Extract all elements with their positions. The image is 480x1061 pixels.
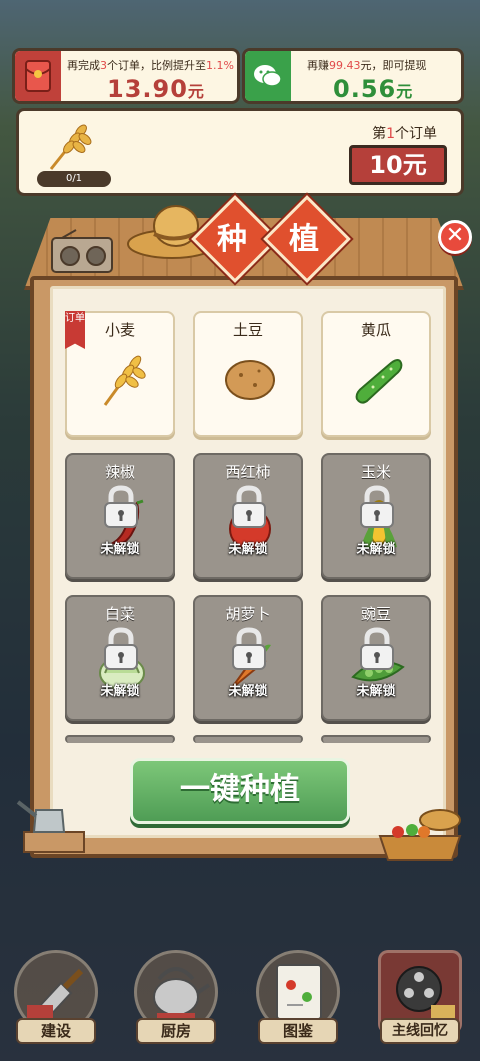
locked-label: 未解锁 — [356, 684, 396, 699]
crop-panel: 订单 小麦 土豆 黄瓜 辣椒 未解锁 西红柿 未解锁 玉米 未解锁 白菜 未解锁… — [50, 286, 446, 838]
locked-label: 未解锁 — [228, 684, 268, 699]
crop-name: 小麦 — [104, 321, 135, 339]
title-char-2: 植 — [289, 222, 319, 257]
nav-label: 建设 — [16, 1018, 96, 1044]
withdraw-amount: 0.56元 — [333, 75, 414, 103]
nav-build[interactable]: 建设 — [8, 944, 104, 1054]
cash-caption: 再完成3个订单，比例提升至1.1% — [67, 59, 234, 72]
radio-icon — [51, 229, 113, 273]
crop-card-partial — [193, 735, 303, 743]
crop-name: 玉米 — [360, 463, 391, 481]
potato-icon — [225, 360, 275, 400]
order-panel[interactable]: 0/1 第1个订单 10元 — [16, 108, 464, 196]
locked-label: 未解锁 — [356, 542, 396, 557]
lock-icon — [360, 485, 394, 528]
cash-amount: 13.90元 — [107, 75, 205, 103]
lock-icon — [104, 627, 138, 670]
cucumber-icon — [355, 359, 403, 404]
order-reward-button[interactable]: 10元 — [349, 145, 447, 185]
crop-name: 白菜 — [104, 605, 135, 623]
crop-card-cucumber[interactable]: 黄瓜 — [321, 311, 431, 437]
locked-label: 未解锁 — [228, 542, 268, 557]
crop-card-wheat[interactable]: 订单 小麦 — [65, 311, 175, 437]
crop-name: 黄瓜 — [360, 321, 391, 339]
nav-kitchen[interactable]: 厨房 — [128, 944, 224, 1054]
wheat-icon — [103, 355, 146, 406]
red-envelope-icon — [15, 51, 61, 101]
planting-modal: 种 植 ✕ 订单 小麦 土豆 黄瓜 辣椒 未解锁 西红柿 未解锁 玉米 未解锁 … — [16, 195, 472, 862]
crop-name: 土豆 — [232, 321, 263, 339]
wheat-icon — [49, 124, 92, 170]
crop-name: 豌豆 — [360, 605, 391, 623]
order-title: 第1个订单 — [372, 126, 437, 142]
title-char-1: 种 — [217, 222, 247, 257]
nav-main-memory[interactable]: 主线回忆 — [372, 944, 468, 1054]
withdraw-card[interactable]: 再赚99.43元，即可提现 0.56元 — [242, 48, 464, 104]
lock-icon — [232, 627, 266, 670]
cash-card[interactable]: 再完成3个订单，比例提升至1.1% 13.90元 — [12, 48, 240, 104]
nav-label: 主线回忆 — [380, 1018, 460, 1044]
nav-label: 厨房 — [136, 1018, 216, 1044]
nav-label: 图鉴 — [258, 1018, 338, 1044]
wechat-icon — [245, 51, 291, 101]
crop-name: 胡萝卜 — [225, 605, 271, 623]
lock-icon — [360, 627, 394, 670]
crop-card-potato[interactable]: 土豆 — [193, 311, 303, 437]
locked-label: 未解锁 — [100, 684, 140, 699]
crop-card-corn[interactable]: 玉米 未解锁 — [321, 453, 431, 579]
crop-card-partial — [321, 735, 431, 743]
crop-name: 西红柿 — [225, 463, 271, 481]
lock-icon — [104, 485, 138, 528]
crop-name: 辣椒 — [104, 463, 135, 481]
order-progress: 0/1 — [37, 171, 111, 187]
crop-card-partial — [65, 735, 175, 743]
lock-icon — [232, 485, 266, 528]
crop-card-chili[interactable]: 辣椒 未解锁 — [65, 453, 175, 579]
crop-card-pea[interactable]: 豌豆 未解锁 — [321, 595, 431, 721]
vegetable-basket-icon — [378, 809, 462, 861]
crop-card-carrot[interactable]: 胡萝卜 未解锁 — [193, 595, 303, 721]
one-click-plant-button[interactable]: 一键种植 — [130, 758, 350, 824]
close-button[interactable]: ✕ — [438, 220, 472, 254]
withdraw-caption: 再赚99.43元，即可提现 — [307, 59, 427, 72]
crop-card-tomato[interactable]: 西红柿 未解锁 — [193, 453, 303, 579]
crop-card-cabbage[interactable]: 白菜 未解锁 — [65, 595, 175, 721]
watering-can-icon — [16, 800, 85, 853]
locked-label: 未解锁 — [100, 542, 140, 557]
nav-catalog[interactable]: 图鉴 — [250, 944, 346, 1054]
